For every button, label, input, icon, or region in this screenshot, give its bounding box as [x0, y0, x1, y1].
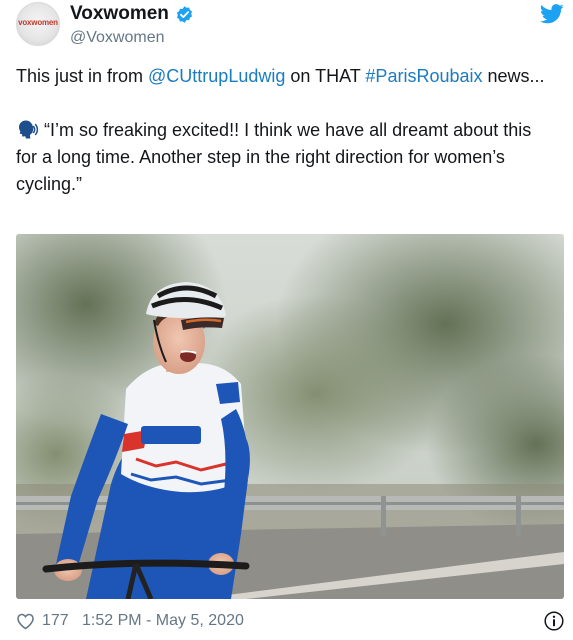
- cyclist-photo-image: [16, 234, 564, 599]
- author-name-row: Voxwomen: [70, 3, 194, 25]
- avatar-logo-text: voxwomen: [18, 18, 58, 27]
- like-count[interactable]: 177: [42, 612, 69, 630]
- hashtag-link[interactable]: #ParisRoubaix: [365, 66, 482, 86]
- timestamp[interactable]: 1:52 PM - May 5, 2020: [82, 612, 244, 630]
- quote-text: “I’m so freaking excited!! I think we ha…: [16, 120, 532, 194]
- info-icon[interactable]: [544, 611, 564, 631]
- intro-suffix: news...: [482, 66, 545, 86]
- tweet-text: This just in from @CUttrupLudwig on THAT…: [16, 63, 556, 198]
- tweet-quote: “I’m so freaking excited!! I think we ha…: [16, 117, 556, 198]
- verified-badge-icon: [175, 5, 194, 24]
- tweet-photo[interactable]: [16, 234, 564, 599]
- avatar[interactable]: voxwomen: [16, 2, 60, 46]
- handle[interactable]: @Voxwomen: [70, 29, 165, 47]
- speaking-head-icon: [16, 118, 39, 140]
- tweet-intro: This just in from @CUttrupLudwig on THAT…: [16, 63, 556, 90]
- tweet-footer: 177 1:52 PM - May 5, 2020: [16, 610, 564, 634]
- mention-link[interactable]: @CUttrupLudwig: [148, 66, 285, 86]
- intro-middle: on THAT: [285, 66, 366, 86]
- heart-icon[interactable]: [16, 612, 35, 630]
- intro-prefix: This just in from: [16, 66, 149, 86]
- display-name[interactable]: Voxwomen: [70, 3, 169, 25]
- twitter-bird-icon[interactable]: [540, 4, 564, 24]
